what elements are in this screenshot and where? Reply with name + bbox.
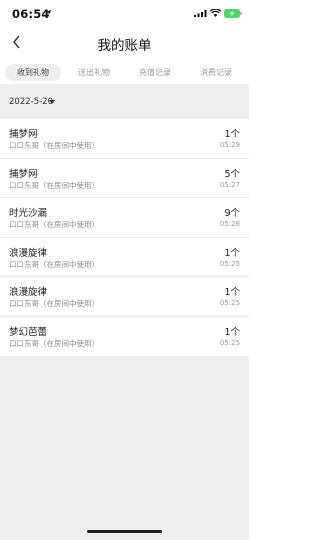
gift-quantity: 1个 [224,247,240,259]
page-title: 我的账单 [97,38,152,54]
usage-note: （在房间中使用） [39,299,99,308]
record-time: 05:26 [219,220,240,228]
record-time: 05:25 [219,299,240,307]
gift-quantity: 5个 [224,168,240,180]
record-time: 05:25 [219,338,240,347]
tab-received-gifts[interactable]: 收到礼物 [5,64,61,81]
gift-quantity: 1个 [224,326,240,338]
tab-sent-gifts[interactable]: 送出礼物 [66,64,122,81]
sender-info: 口口东哥（在房间中使用） [9,180,99,191]
gift-name: 浪漫旋律 [9,247,48,259]
date-filter[interactable]: 2022-5-20 [0,86,249,118]
sender-info: 口口东哥（在房间中使用） [9,298,99,309]
tab-bar: 收到礼物 送出礼物 充值记录 消费记录 [0,60,249,84]
record-time: 05:29 [219,141,240,149]
gift-name: 时光沙漏 [9,208,48,219]
sender-name: 口口东哥 [9,220,39,229]
sender-name: 口口东哥 [9,299,39,308]
tab-recharge-records[interactable]: 充值记录 [127,64,183,81]
gift-record-list: 捕梦网 口口东哥（在房间中使用） 1个 05:29 捕梦网 口口东哥（在房间中使… [0,119,249,356]
usage-note: （在房间中使用） [39,220,99,229]
list-item[interactable]: 梦幻芭蕾 口口东哥（在房间中使用） 1个 05:25 [0,317,249,357]
usage-note: （在房间中使用） [39,259,99,269]
home-indicator[interactable] [87,530,162,533]
location-arrow-icon [45,9,52,16]
usage-note: （在房间中使用） [39,180,99,190]
sender-name: 口口东哥 [9,141,39,150]
sender-info: 口口东哥（在房间中使用） [9,259,99,270]
sender-info: 口口东哥（在房间中使用） [9,338,99,349]
record-time: 05:27 [219,180,240,189]
tab-spending-records[interactable]: 消费记录 [188,64,244,81]
nav-bar: 我的账单 [0,26,249,60]
gift-name: 梦幻芭蕾 [9,326,48,338]
gift-quantity: 1个 [224,287,240,298]
sender-name: 口口东哥 [9,180,39,190]
gift-quantity: 1个 [224,129,240,140]
usage-note: （在房间中使用） [39,141,99,150]
sender-info: 口口东哥（在房间中使用） [9,219,99,230]
sender-info: 口口东哥（在房间中使用） [9,140,99,151]
cellular-signal-icon [194,10,207,17]
sender-name: 口口东哥 [9,259,39,269]
caret-down-icon[interactable] [49,100,55,104]
list-item[interactable]: 时光沙漏 口口东哥（在房间中使用） 9个 05:26 [0,198,249,238]
list-item[interactable]: 捕梦网 口口东哥（在房间中使用） 1个 05:29 [0,119,249,159]
usage-note: （在房间中使用） [39,338,99,348]
sender-name: 口口东哥 [9,338,39,348]
gift-name: 捕梦网 [9,129,38,140]
gift-name: 捕梦网 [9,168,38,180]
screen: 06:54 我的账单 收到礼物 送出礼物 充值记录 消费记录 2022-5-20… [0,0,249,540]
list-item[interactable]: 浪漫旋律 口口东哥（在房间中使用） 1个 05:25 [0,277,249,317]
list-item[interactable]: 浪漫旋律 口口东哥（在房间中使用） 1个 05:25 [0,238,249,277]
date-filter-value[interactable]: 2022-5-20 [9,97,53,107]
gift-name: 浪漫旋律 [9,287,48,298]
record-time: 05:25 [219,259,240,268]
gift-quantity: 9个 [224,208,240,219]
wifi-icon [210,9,221,17]
list-item[interactable]: 捕梦网 口口东哥（在房间中使用） 5个 05:27 [0,159,249,198]
battery-charging-icon [224,9,242,18]
status-time: 06:54 [12,7,50,21]
status-bar: 06:54 [0,0,249,26]
